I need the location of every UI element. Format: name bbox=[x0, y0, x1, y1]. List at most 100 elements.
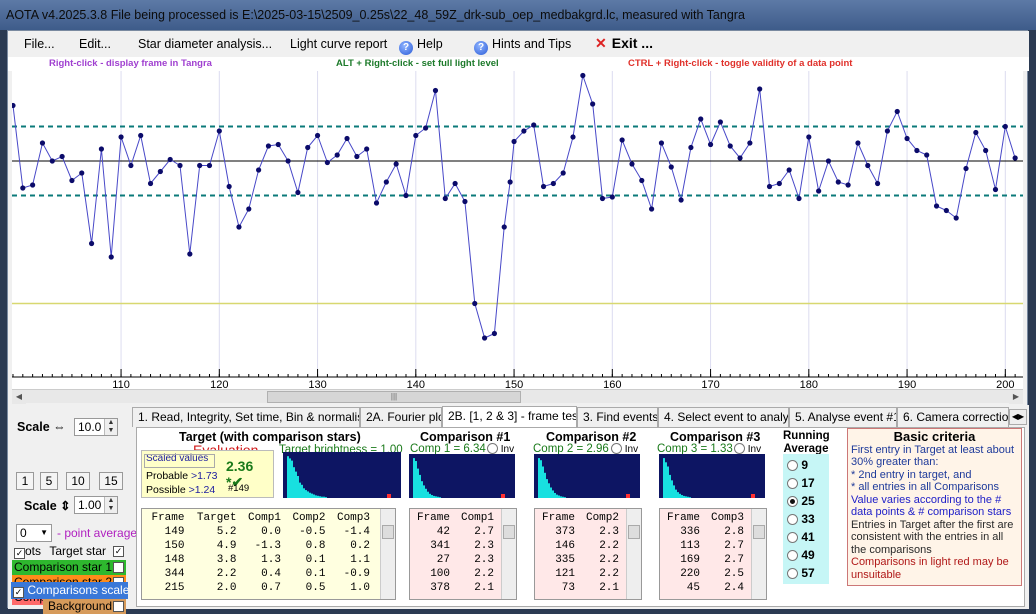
running-option-41[interactable]: 41 bbox=[787, 530, 815, 544]
tab-read[interactable]: 1. Read, Integrity, Set time, Bin & norm… bbox=[132, 407, 360, 427]
histogram-bar bbox=[321, 496, 323, 498]
histogram-bar bbox=[435, 496, 437, 498]
table-cell: 3.8 bbox=[216, 554, 237, 566]
comparisons-scaled-row[interactable]: ✓ Comparisons scaled bbox=[11, 582, 128, 599]
table-scrollbar[interactable] bbox=[380, 509, 395, 599]
table-row[interactable]: 150 4.9 -1.3 0.8 0.2 bbox=[146, 539, 376, 553]
scroll-right-icon[interactable]: ▶ bbox=[1009, 390, 1023, 404]
table-cell: 121 bbox=[555, 568, 575, 580]
tab-fourier[interactable]: 2A. Fourier plot bbox=[360, 407, 442, 427]
comp1-table[interactable]: Frame Comp1 42 2.7 341 2.3 27 2.3 100 2.2 378 2.1 bbox=[409, 508, 517, 600]
data-point bbox=[128, 162, 134, 169]
table-cell: 373 bbox=[555, 526, 575, 538]
tab-camera-correction[interactable]: 6. Camera correction bbox=[897, 407, 1009, 427]
table-scrollbar[interactable] bbox=[751, 509, 766, 599]
tab-frame-test[interactable]: 2B. [1, 2 & 3] - frame test bbox=[442, 406, 577, 428]
data-point bbox=[1012, 155, 1018, 161]
menu-file[interactable]: File... bbox=[24, 37, 55, 51]
table-scrollbar[interactable] bbox=[626, 509, 641, 599]
scale-vertical-input[interactable]: 1.00 ▲ ▼ bbox=[74, 496, 118, 514]
table-row[interactable]: 45 2.4 bbox=[662, 581, 750, 595]
running-option-57[interactable]: 57 bbox=[787, 566, 815, 580]
table-row[interactable]: 148 3.8 1.3 0.1 1.1 bbox=[146, 553, 376, 567]
tab-analyse-event[interactable]: 5. Analyse event #1 bbox=[789, 407, 897, 427]
table-cell: 2.5 bbox=[724, 568, 744, 580]
table-row[interactable]: 335 2.2 bbox=[537, 553, 625, 567]
histogram-bar bbox=[550, 487, 552, 498]
column-header: Comp3 bbox=[710, 512, 744, 524]
table-row[interactable]: 215 2.0 0.7 0.5 1.0 bbox=[146, 581, 376, 595]
scale-1-button[interactable]: 1 bbox=[16, 472, 34, 490]
histogram-marker bbox=[626, 494, 630, 498]
scale-15-button[interactable]: 15 bbox=[99, 472, 123, 490]
table-row[interactable]: 373 2.3 bbox=[537, 525, 625, 539]
tab-find-events[interactable]: 3. Find events bbox=[577, 407, 658, 427]
tab-scroll-icon[interactable]: ◀▶ bbox=[1009, 409, 1027, 425]
data-point bbox=[364, 146, 370, 152]
scale-10-button[interactable]: 10 bbox=[66, 472, 90, 490]
target-star-row[interactable]: ✓ ots Target star ✓ bbox=[12, 544, 126, 559]
menu-edit[interactable]: Edit... bbox=[79, 37, 111, 51]
menu-star-diameter[interactable]: Star diameter analysis... bbox=[138, 37, 272, 51]
table-row[interactable]: 113 2.7 bbox=[662, 539, 750, 553]
tab-select-event[interactable]: 4. Select event to analyse bbox=[658, 407, 789, 427]
table-scrollbar[interactable] bbox=[501, 509, 516, 599]
data-point bbox=[413, 132, 419, 139]
running-option-49[interactable]: 49 bbox=[787, 548, 815, 562]
table-row[interactable]: 121 2.2 bbox=[537, 567, 625, 581]
table-row[interactable]: 42 2.7 bbox=[412, 525, 500, 539]
menu-help[interactable]: ? Help bbox=[399, 37, 443, 55]
menu-hints[interactable]: ? Hints and Tips bbox=[474, 37, 571, 55]
table-cell: 1.0 bbox=[350, 582, 370, 594]
comp3-table[interactable]: Frame Comp3 336 2.8 113 2.7 169 2.7 220 2.5 45 2.4 bbox=[659, 508, 767, 600]
data-point bbox=[167, 156, 173, 163]
running-option-33[interactable]: 33 bbox=[787, 512, 815, 526]
scroll-left-icon[interactable]: ◀ bbox=[12, 390, 26, 404]
table-row[interactable]: 341 2.3 bbox=[412, 539, 500, 553]
background-row[interactable]: Background bbox=[43, 599, 126, 614]
scroll-thumb[interactable]: ||| bbox=[267, 391, 521, 403]
menu-light-curve-report[interactable]: Light curve report bbox=[290, 37, 387, 51]
table-row[interactable]: 100 2.2 bbox=[412, 567, 500, 581]
data-point bbox=[570, 134, 576, 140]
table-row[interactable]: 378 2.1 bbox=[412, 581, 500, 595]
scale-5-button[interactable]: 5 bbox=[40, 472, 58, 490]
target-table[interactable]: Frame Target Comp1 Comp2 Comp3 149 5.2 0.0 -0.5 -… bbox=[141, 508, 396, 600]
comp3-header: Comparison #3 bbox=[670, 430, 761, 444]
table-row[interactable]: 344 2.2 0.4 0.1 -0.9 bbox=[146, 567, 376, 581]
scale-horizontal-input[interactable]: 10.0 ▲ ▼ bbox=[74, 418, 118, 436]
running-option-9[interactable]: 9 bbox=[787, 458, 808, 472]
data-point bbox=[275, 141, 281, 148]
table-row[interactable]: 220 2.5 bbox=[662, 567, 750, 581]
table-row[interactable]: 73 2.1 bbox=[537, 581, 625, 595]
running-option-25[interactable]: 25 bbox=[787, 494, 815, 508]
data-point bbox=[698, 116, 704, 122]
point-average-select[interactable]: 0 ▼ bbox=[16, 524, 52, 542]
close-icon: ✕ bbox=[595, 35, 607, 51]
light-curve-plot[interactable]: 110 120 130 140 150 160 170 180 190 200 bbox=[10, 71, 1023, 391]
table-row[interactable]: 146 2.2 bbox=[537, 539, 625, 553]
comp2-table[interactable]: Frame Comp2 373 2.3 146 2.2 335 2.2 121 2.2 73 2.1 bbox=[534, 508, 642, 600]
table-row[interactable]: 27 2.3 bbox=[412, 553, 500, 567]
table-cell: 0.1 bbox=[305, 568, 326, 580]
comparison-star-1-row[interactable]: Comparison star 1 bbox=[12, 560, 126, 575]
criteria-line-2: * 2nd entry in target, and bbox=[851, 468, 972, 481]
hint-right-click: Right-click - display frame in Tangra bbox=[49, 58, 212, 69]
histogram-bar bbox=[431, 495, 433, 498]
plot-scrollbar[interactable]: ◀ ||| ▶ bbox=[12, 389, 1023, 404]
table-cell: 2.3 bbox=[474, 554, 494, 566]
menu-exit-label: Exit ... bbox=[611, 35, 653, 51]
table-row[interactable]: 169 2.7 bbox=[662, 553, 750, 567]
histogram-bar bbox=[546, 479, 548, 498]
light-curve-svg[interactable]: 110 120 130 140 150 160 170 180 190 200 bbox=[10, 71, 1023, 391]
menu-exit[interactable]: ✕ Exit ... bbox=[595, 35, 653, 52]
histogram-bar bbox=[687, 496, 689, 498]
data-point bbox=[197, 162, 203, 169]
data-point bbox=[796, 195, 802, 202]
horizontal-arrows-icon: ⇔ bbox=[53, 420, 66, 434]
table-row[interactable]: 149 5.2 0.0 -0.5 -1.4 bbox=[146, 525, 376, 539]
data-point bbox=[609, 194, 615, 200]
running-option-17[interactable]: 17 bbox=[787, 476, 815, 490]
histogram-bar bbox=[297, 476, 299, 498]
table-row[interactable]: 336 2.8 bbox=[662, 525, 750, 539]
